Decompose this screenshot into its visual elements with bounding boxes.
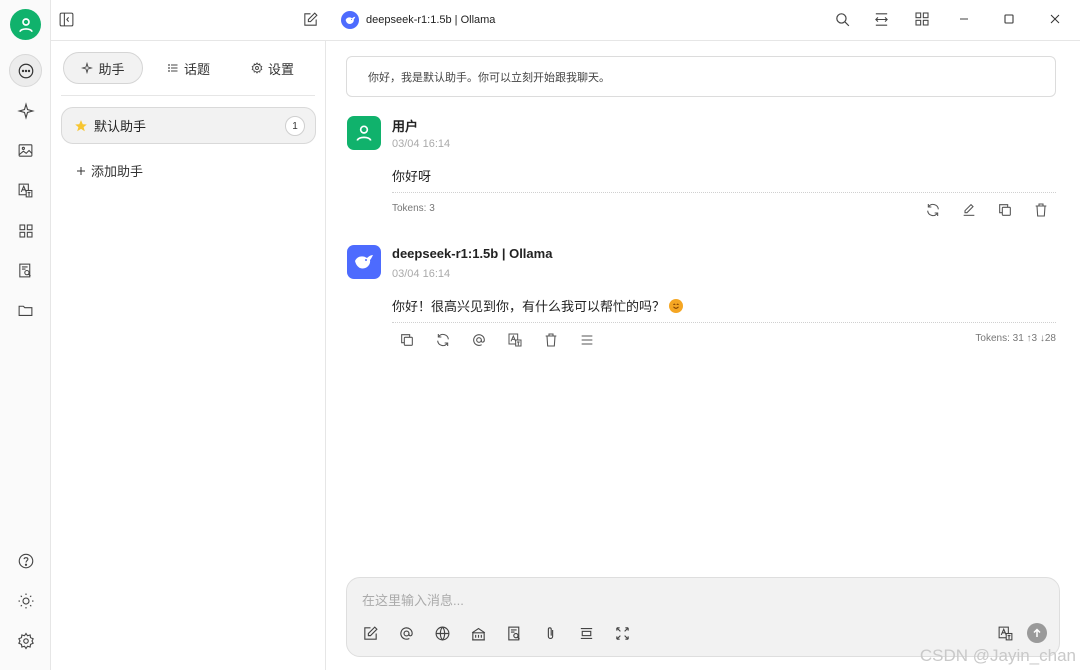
layout-toggle-icon[interactable] [873, 11, 891, 29]
theme-sun-icon[interactable] [9, 584, 42, 617]
window-minimize-icon[interactable] [956, 11, 974, 29]
panel-tabs: 助手 话题 设置 [61, 51, 315, 96]
copy-icon[interactable] [997, 202, 1013, 218]
translate-input-icon[interactable] [997, 625, 1014, 642]
expand-icon[interactable] [614, 625, 631, 642]
sidebar-toggle-icon[interactable] [58, 11, 76, 29]
message-time: 03/04 16:14 [392, 268, 451, 280]
mention-icon[interactable] [471, 332, 487, 348]
tab-settings[interactable]: 设置 [251, 52, 294, 84]
assistant-panel: 助手 话题 设置 默认助手 1 添加助手 [51, 41, 326, 670]
apps-grid-icon[interactable] [9, 214, 42, 247]
smile-emoji-icon [669, 298, 684, 313]
tab-assistants[interactable]: 助手 [63, 52, 143, 84]
delete-icon[interactable] [1033, 202, 1049, 218]
model-title-text: deepseek-r1:1.5b | Ollama [366, 14, 496, 26]
regenerate-icon[interactable] [925, 202, 941, 218]
window-close-icon[interactable] [1047, 11, 1065, 29]
message-author: 用户 [392, 119, 419, 134]
user-message-avatar-icon [347, 116, 381, 150]
search-icon[interactable] [834, 11, 852, 29]
image-icon[interactable] [9, 134, 42, 167]
message-author: deepseek-r1:1.5b | Ollama [392, 246, 553, 261]
chat-icon[interactable] [9, 54, 42, 87]
message-time: 03/04 16:14 [392, 138, 451, 150]
message-tokens: Tokens: 31 ↑3 ↓28 [975, 333, 1056, 344]
folder-icon[interactable] [9, 294, 42, 327]
user-avatar-icon[interactable] [10, 9, 41, 40]
knowledge-search-icon[interactable] [9, 254, 42, 287]
assistant-intro: 你好，我是默认助手。你可以立刻开始跟我聊天。 [346, 56, 1056, 97]
sparkle-icon [81, 62, 94, 74]
web-search-globe-icon[interactable] [434, 625, 451, 642]
message-text: 你好！很高兴见到你，有什么我可以帮忙的吗？ [392, 296, 684, 315]
list-icon [168, 64, 178, 72]
arrow-up-icon [1033, 628, 1041, 637]
knowledge-base-icon[interactable] [470, 625, 487, 642]
top-bar: deepseek-r1:1.5b | Ollama [51, 0, 1080, 41]
document-search-icon[interactable] [506, 625, 523, 642]
sparkle-icon[interactable] [9, 94, 42, 127]
message-input-box[interactable]: 在这里输入消息... [346, 577, 1060, 657]
menu-icon[interactable] [579, 332, 595, 348]
mention-model-icon[interactable] [398, 625, 415, 642]
tab-topics[interactable]: 话题 [167, 52, 210, 84]
star-icon [75, 119, 87, 131]
clear-context-icon[interactable] [578, 625, 595, 642]
assistant-item-default[interactable]: 默认助手 1 [61, 107, 316, 144]
message-tokens: Tokens: 3 [392, 203, 435, 214]
add-assistant-button[interactable]: 添加助手 [75, 161, 143, 180]
delete-icon[interactable] [543, 332, 559, 348]
message-text: 你好呀 [392, 169, 432, 184]
deepseek-logo-icon [341, 11, 359, 29]
gear-icon [251, 62, 263, 74]
message-divider [392, 322, 1056, 323]
regenerate-icon[interactable] [435, 332, 451, 348]
new-topic-icon[interactable] [362, 625, 379, 642]
deepseek-message-avatar-icon [347, 245, 381, 279]
help-icon[interactable] [9, 544, 42, 577]
window-maximize-icon[interactable] [1001, 11, 1019, 29]
left-rail [0, 0, 51, 670]
translate-icon[interactable] [507, 332, 523, 348]
watermark: CSDN @Jayin_chan [919, 646, 1076, 665]
copy-icon[interactable] [399, 332, 415, 348]
topic-count-badge: 1 [285, 116, 305, 136]
mini-apps-icon[interactable] [914, 11, 932, 29]
attachment-paperclip-icon[interactable] [542, 625, 559, 642]
settings-gear-icon[interactable] [9, 624, 42, 657]
translate-icon[interactable] [9, 174, 42, 207]
model-title[interactable]: deepseek-r1:1.5b | Ollama [341, 11, 495, 29]
send-button[interactable] [1027, 623, 1047, 643]
message-divider [392, 192, 1056, 193]
new-topic-edit-icon[interactable] [302, 11, 320, 29]
message-input[interactable]: 在这里输入消息... [362, 590, 464, 609]
assistant-item-label: 默认助手 [94, 119, 147, 134]
edit-icon[interactable] [961, 202, 977, 218]
plus-icon [77, 166, 85, 175]
